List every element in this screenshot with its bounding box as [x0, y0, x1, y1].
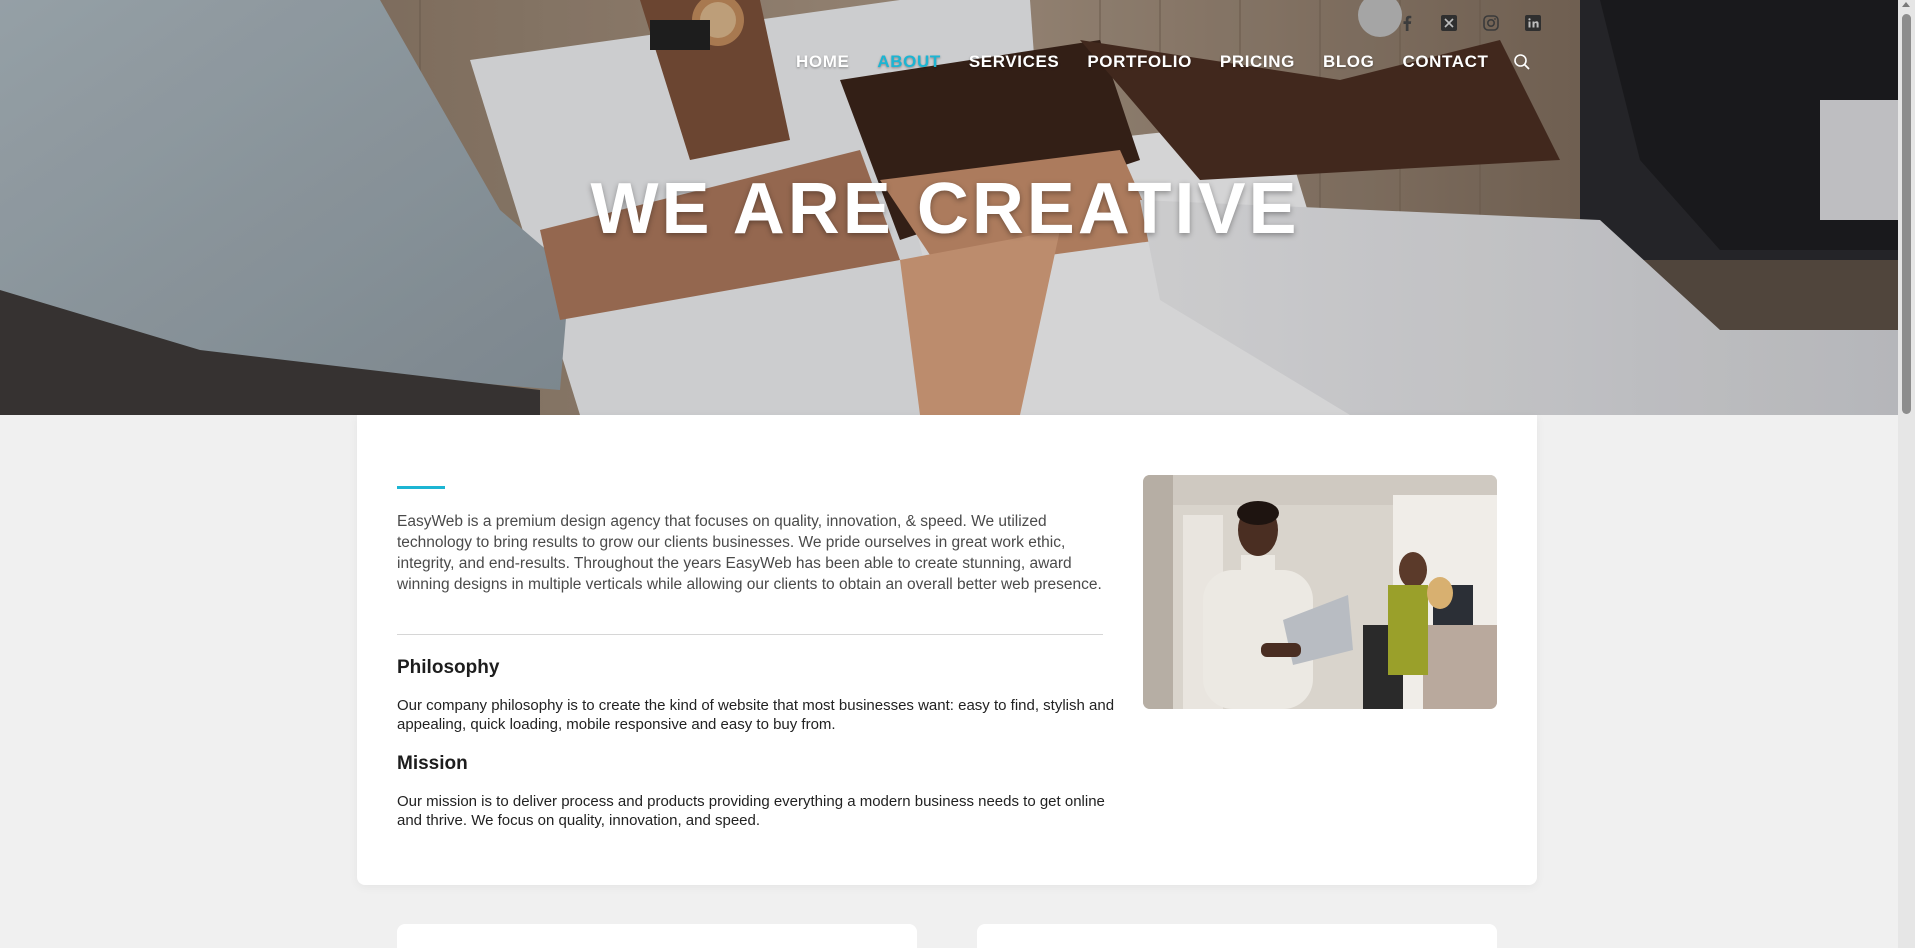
main-nav: HOME ABOUT SERVICES PORTFOLIO PRICING BL… [796, 50, 1533, 74]
feature-card-left [397, 924, 917, 948]
nav-item-home[interactable]: HOME [796, 50, 849, 74]
feature-card-right [977, 924, 1497, 948]
section-divider [397, 634, 1103, 635]
accent-divider [397, 486, 445, 489]
nav-item-about[interactable]: ABOUT [877, 50, 940, 74]
linkedin-icon[interactable] [1524, 14, 1542, 32]
team-member-photo [1143, 475, 1497, 709]
nav-item-contact[interactable]: CONTACT [1402, 50, 1488, 74]
x-icon[interactable] [1440, 14, 1458, 32]
nav-item-portfolio[interactable]: PORTFOLIO [1087, 50, 1192, 74]
search-icon[interactable] [1513, 53, 1533, 73]
nav-item-pricing[interactable]: PRICING [1220, 50, 1295, 74]
nav-item-services[interactable]: SERVICES [969, 50, 1059, 74]
mission-heading: Mission [397, 753, 468, 774]
hero-title: WE ARE CREATIVE [590, 169, 1300, 249]
philosophy-text: Our company philosophy is to create the … [397, 697, 1115, 733]
about-card: EasyWeb is a premium design agency that … [357, 415, 1537, 885]
nav-item-blog[interactable]: BLOG [1323, 50, 1375, 74]
hero-banner: HOME ABOUT SERVICES PORTFOLIO PRICING BL… [0, 0, 1898, 415]
instagram-icon[interactable] [1482, 14, 1500, 32]
scroll-up-icon[interactable] [1902, 2, 1910, 7]
social-links [1398, 14, 1542, 32]
scrollbar-thumb[interactable] [1902, 14, 1911, 414]
facebook-icon[interactable] [1398, 14, 1416, 32]
about-intro: EasyWeb is a premium design agency that … [397, 513, 1102, 593]
page-scrollbar[interactable] [1898, 0, 1915, 948]
mission-text: Our mission is to deliver process and pr… [397, 793, 1105, 829]
philosophy-heading: Philosophy [397, 657, 500, 678]
